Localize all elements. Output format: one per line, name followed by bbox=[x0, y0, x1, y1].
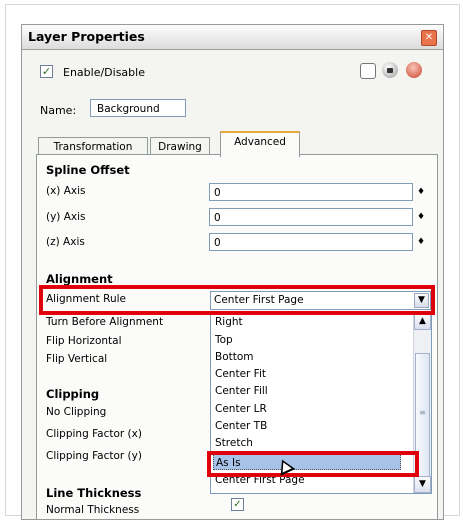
spline-offset-heading: Spline Offset bbox=[46, 163, 130, 177]
turn-before-alignment-label: Turn Before Alignment bbox=[46, 316, 164, 328]
option-right[interactable]: Right bbox=[215, 314, 243, 330]
scroll-up-icon[interactable]: ▲ bbox=[414, 313, 431, 330]
option-center-tb[interactable]: Center TB bbox=[215, 418, 267, 434]
x-axis-label: (x) Axis bbox=[46, 185, 86, 197]
lock-icon[interactable] bbox=[382, 62, 398, 78]
as-is-highlight bbox=[207, 451, 419, 477]
z-axis-spinner[interactable]: ♦ bbox=[417, 237, 425, 247]
no-clipping-label: No Clipping bbox=[46, 406, 107, 418]
clipping-factor-y-label: Clipping Factor (y) bbox=[46, 450, 142, 462]
option-center-fill[interactable]: Center Fill bbox=[215, 383, 268, 399]
scroll-down-icon[interactable]: ▼ bbox=[414, 476, 431, 493]
title-bar: Layer Properties ✕ bbox=[22, 25, 443, 50]
z-axis-input[interactable]: 0 bbox=[209, 233, 413, 251]
alignment-heading: Alignment bbox=[46, 272, 113, 286]
database-icon[interactable] bbox=[406, 62, 422, 78]
enable-label: Enable/Disable bbox=[63, 66, 145, 79]
y-axis-label: (y) Axis bbox=[46, 211, 86, 223]
option-stretch[interactable]: Stretch bbox=[215, 435, 253, 451]
z-axis-label: (z) Axis bbox=[46, 236, 85, 248]
y-axis-input[interactable]: 0 bbox=[209, 208, 413, 226]
clipping-factor-x-label: Clipping Factor (x) bbox=[46, 428, 142, 440]
normal-thickness-label: Normal Thickness bbox=[46, 504, 140, 516]
option-center-lr[interactable]: Center LR bbox=[215, 401, 267, 417]
name-input[interactable]: Background bbox=[90, 99, 186, 117]
layer-properties-dialog: Layer Properties ✕ ✓ Enable/Disable Name… bbox=[21, 24, 444, 520]
normal-thickness-checkbox[interactable]: ✓ bbox=[231, 498, 244, 511]
alignment-rule-highlight bbox=[39, 285, 435, 315]
x-axis-spinner[interactable]: ♦ bbox=[417, 187, 425, 197]
line-thickness-heading: Line Thickness bbox=[46, 486, 142, 500]
enable-checkbox[interactable]: ✓ bbox=[40, 65, 53, 78]
tab-advanced[interactable]: Advanced bbox=[220, 131, 300, 157]
window-title: Layer Properties bbox=[28, 29, 145, 44]
flip-vertical-label: Flip Vertical bbox=[46, 353, 108, 365]
x-axis-input[interactable]: 0 bbox=[209, 183, 413, 201]
flip-horizontal-label: Flip Horizontal bbox=[46, 335, 122, 347]
square-toggle-icon[interactable] bbox=[360, 63, 376, 79]
clipping-heading: Clipping bbox=[46, 387, 100, 401]
option-top[interactable]: Top bbox=[215, 332, 233, 348]
close-button[interactable]: ✕ bbox=[421, 30, 437, 46]
option-center-fit[interactable]: Center Fit bbox=[215, 366, 266, 382]
name-label: Name: bbox=[40, 104, 77, 117]
option-bottom[interactable]: Bottom bbox=[215, 349, 254, 365]
y-axis-spinner[interactable]: ♦ bbox=[417, 212, 425, 222]
